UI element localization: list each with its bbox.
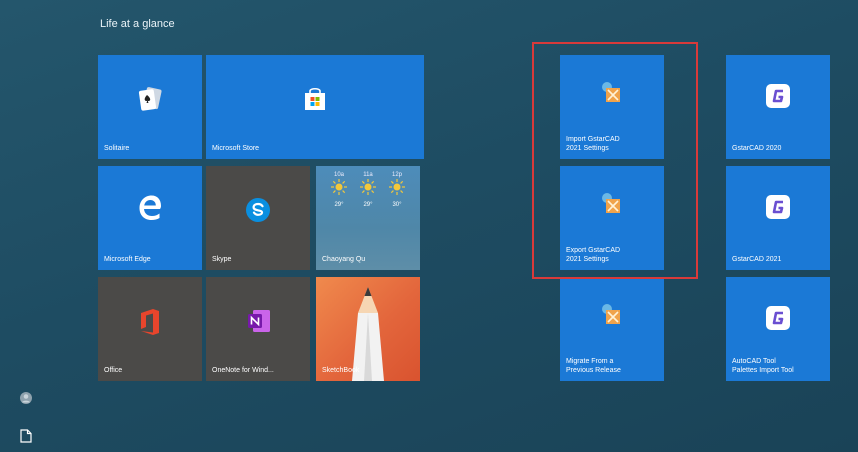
solitaire-icon (138, 87, 162, 111)
tile-label: OneNote for Wind... (212, 367, 274, 374)
tile-label: GstarCAD 2021 (732, 256, 782, 263)
tile-label: GstarCAD 2020 (732, 145, 782, 152)
documents-button[interactable] (16, 426, 36, 446)
user-account-button[interactable] (16, 388, 36, 408)
tile-gstarcad-2021[interactable]: GstarCAD 2021 (726, 166, 830, 270)
weather-forecast-hour: 11a 29° (355, 172, 381, 208)
tile-solitaire[interactable]: Solitaire (98, 55, 202, 159)
tile-label: Microsoft Store (212, 145, 260, 152)
tile-onenote[interactable]: OneNote for Wind... (206, 277, 310, 381)
tile-sketchbook[interactable]: SketchBook (316, 277, 420, 381)
group-title[interactable]: Life at a glance (100, 18, 175, 30)
tile-label: AutoCAD Tool Palettes Import Tool (732, 358, 794, 374)
office-icon (141, 309, 159, 335)
edge-icon (139, 195, 161, 220)
settings-migration-icon (602, 304, 620, 324)
weather-temperature: 29° (334, 202, 344, 208)
sun-icon (331, 179, 347, 195)
skype-icon (246, 198, 270, 222)
tile-migrate-previous-release[interactable]: Migrate From a Previous Release (560, 277, 664, 381)
tile-label: Solitaire (104, 145, 130, 152)
gstarcad-icon (766, 195, 790, 219)
tile-label: SketchBook (322, 367, 360, 374)
document-icon (20, 429, 32, 443)
gstarcad-icon (766, 306, 790, 330)
tile-microsoft-store[interactable]: Microsoft Store (206, 55, 424, 159)
tile-label: Migrate From a Previous Release (566, 358, 621, 374)
tile-weather[interactable]: 10a 29° 11a 29° 12p 30° Chaoyang Qu (316, 166, 420, 270)
highlight-box (532, 42, 698, 279)
tile-label: Skype (212, 256, 232, 263)
tile-gstarcad-2020[interactable]: GstarCAD 2020 (726, 55, 830, 159)
shopping-bag-icon (305, 87, 325, 110)
tile-office[interactable]: Office (98, 277, 202, 381)
weather-forecast-hour: 10a 29° (326, 172, 352, 208)
tile-microsoft-edge[interactable]: Microsoft Edge (98, 166, 202, 270)
user-icon (20, 392, 32, 404)
onenote-icon (248, 310, 270, 332)
sun-icon (389, 179, 405, 195)
start-left-rail (0, 0, 48, 452)
tile-label: Office (104, 367, 123, 374)
sun-icon (360, 179, 376, 195)
weather-forecast-hour: 12p 30° (384, 172, 410, 208)
weather-temperature: 29° (363, 202, 373, 208)
weather-temperature: 30° (392, 202, 402, 208)
tile-autocad-tool-palettes-import[interactable]: AutoCAD Tool Palettes Import Tool (726, 277, 830, 381)
tile-skype[interactable]: Skype (206, 166, 310, 270)
gstarcad-icon (766, 84, 790, 108)
tile-label: Microsoft Edge (104, 256, 151, 263)
tile-label: Chaoyang Qu (322, 256, 366, 263)
